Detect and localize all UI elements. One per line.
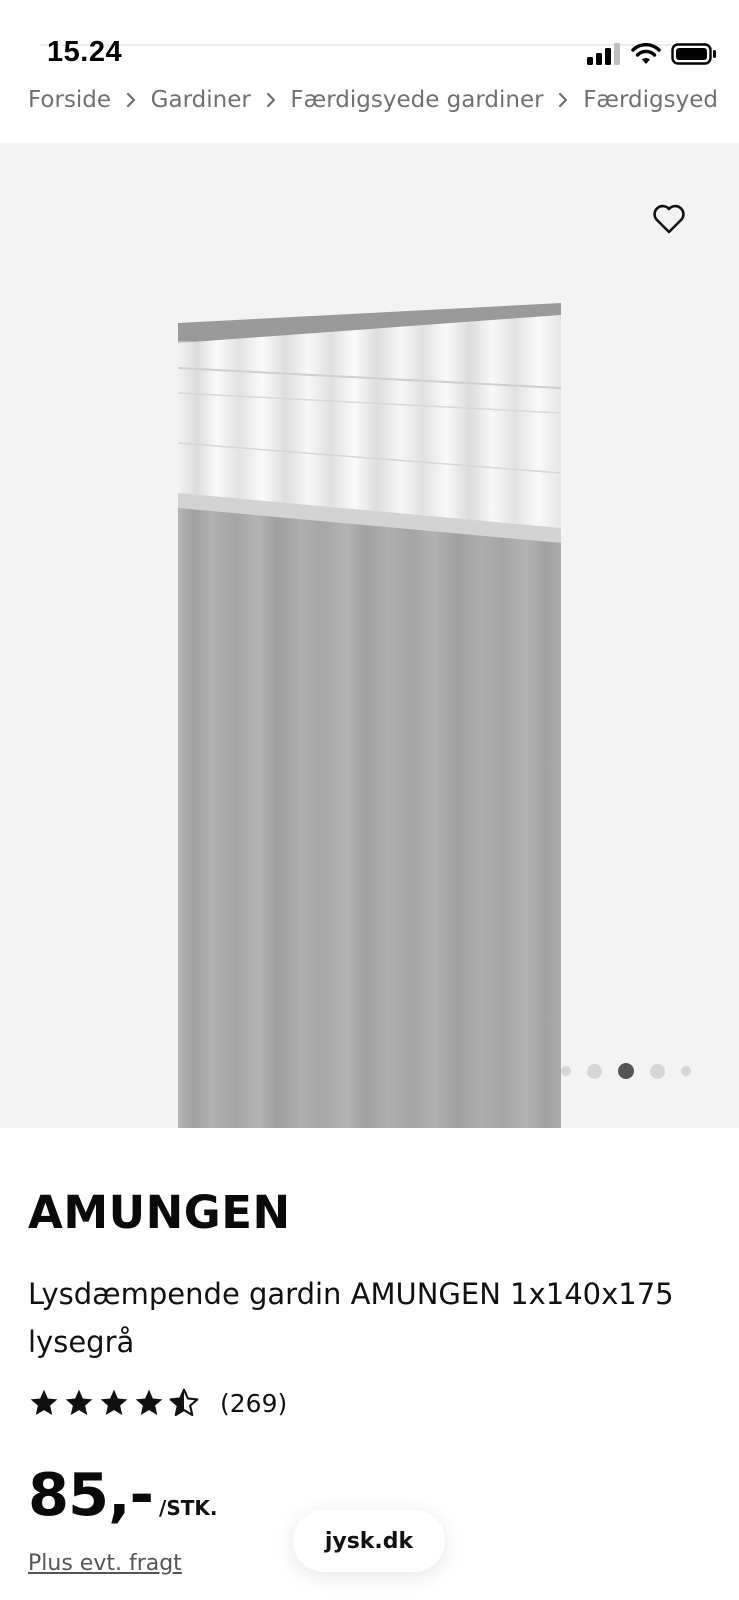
star-filled-icon (135, 1389, 163, 1415)
product-description: Lysdæmpende gardin AMUNGEN 1x140x175 lys… (28, 1277, 674, 1359)
star-half-icon (169, 1388, 199, 1417)
pagination-dot-active[interactable] (618, 1063, 634, 1079)
star-filled-icon (30, 1389, 58, 1415)
rating-stars (28, 1387, 200, 1419)
breadcrumb-item-gardiner[interactable]: Gardiner (151, 87, 251, 113)
breadcrumb-item-forside[interactable]: Forside (28, 87, 111, 113)
wifi-icon (631, 43, 661, 64)
chevron-right-icon (111, 92, 151, 108)
cellular-signal-icon (587, 43, 620, 65)
pagination-dot[interactable] (561, 1066, 571, 1076)
review-count[interactable]: (269) (220, 1389, 287, 1418)
breadcrumb-item-faerdigsyede-gardiner[interactable]: Færdigsyede gardiner (290, 87, 543, 113)
pagination-dot[interactable] (587, 1063, 602, 1079)
status-bar: 15.24 (0, 0, 739, 84)
pagination-dot[interactable] (681, 1066, 691, 1076)
breadcrumb-item-current[interactable]: Færdigsyed (583, 87, 718, 113)
price-row: 85,- /STK. (28, 1460, 217, 1529)
breadcrumb: Forside Gardiner Færdigsyede gardiner Fæ… (28, 80, 718, 120)
rating-row[interactable]: (269) (28, 1382, 287, 1424)
image-pagination-dots (561, 1063, 691, 1079)
price-unit: /STK. (159, 1496, 218, 1520)
shipping-note-link[interactable]: Plus evt. fragt (28, 1551, 182, 1576)
product-image-gallery[interactable] (0, 143, 739, 1128)
heart-icon (653, 204, 685, 234)
product-name: AMUNGEN (28, 1186, 291, 1239)
favorite-button[interactable] (651, 202, 687, 236)
product-image (178, 303, 561, 1128)
status-icons (587, 40, 717, 68)
star-filled-icon (100, 1389, 128, 1415)
status-time: 15.24 (47, 36, 123, 68)
product-price: 85,- (28, 1460, 154, 1529)
pagination-dot[interactable] (650, 1063, 665, 1079)
browser-address-pill[interactable]: jysk.dk (293, 1510, 445, 1572)
star-filled-icon (65, 1389, 93, 1415)
chevron-right-icon (544, 92, 584, 108)
chevron-right-icon (251, 92, 291, 108)
battery-icon (671, 43, 716, 65)
